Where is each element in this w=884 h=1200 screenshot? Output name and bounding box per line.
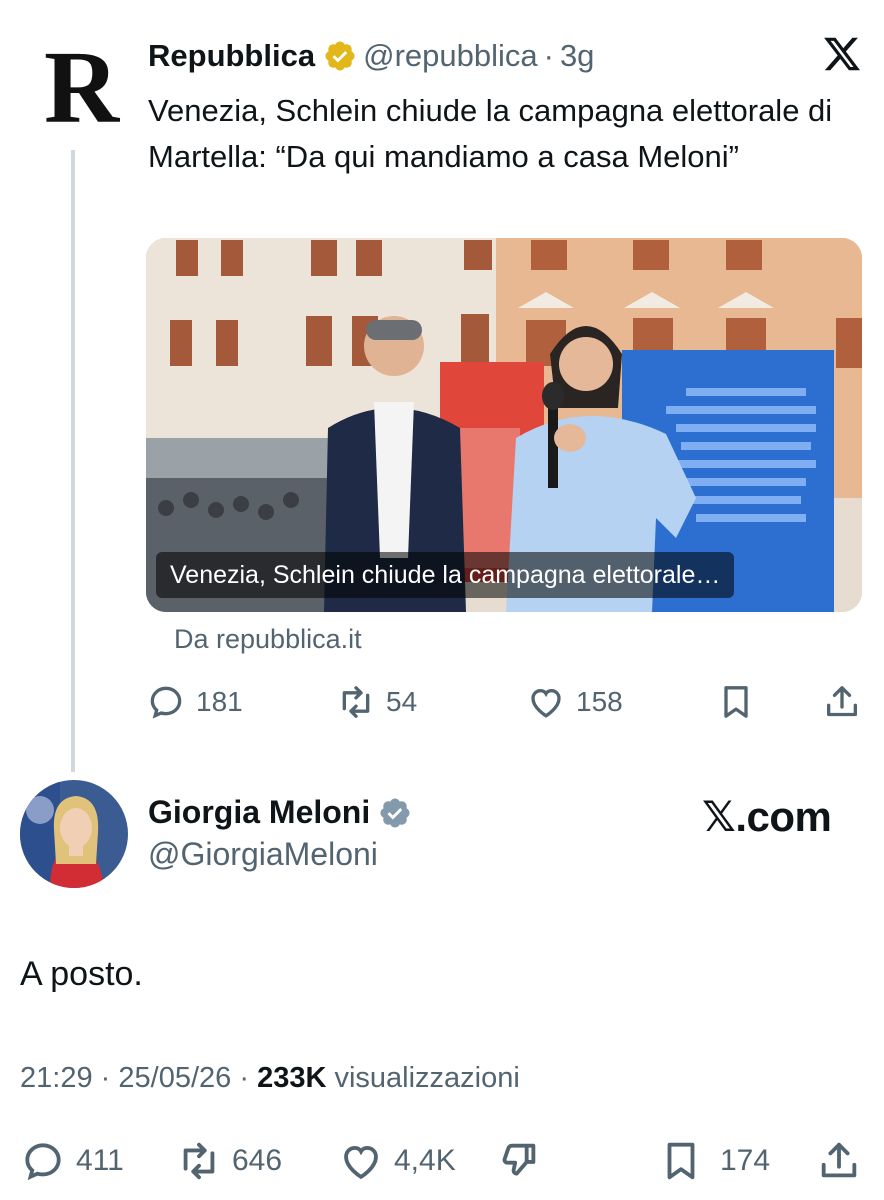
views-label: visualizzazioni: [334, 1062, 520, 1094]
dislike-button[interactable]: [496, 1137, 542, 1185]
meloni-avatar[interactable]: [20, 780, 128, 888]
parent-timestamp[interactable]: 3g: [560, 38, 594, 74]
heart-icon: [344, 1146, 378, 1180]
repubblica-avatar-logo[interactable]: R: [44, 36, 119, 140]
meta-separator: ·: [100, 1062, 111, 1094]
x-com-watermark: 𝕏.com: [702, 793, 832, 840]
share-icon: [821, 1142, 857, 1178]
like-count: 4,4K: [394, 1144, 456, 1177]
bookmark-count: 174: [720, 1144, 771, 1177]
reply-count: 411: [76, 1144, 124, 1177]
bookmark-button[interactable]: 174: [658, 1137, 770, 1185]
like-count: 158: [576, 686, 623, 717]
parent-author-row: Repubblica @repubblica · 3g: [148, 36, 594, 76]
thread-line: [71, 150, 75, 772]
bookmark-icon: [724, 686, 748, 718]
share-button[interactable]: [816, 1137, 862, 1185]
repost-button[interactable]: 646: [176, 1137, 282, 1185]
dislike-icon: [502, 1143, 536, 1176]
card-caption: Venezia, Schlein chiude la campagna elet…: [156, 552, 735, 598]
parent-tweet-text: Venezia, Schlein chiude la campagna elet…: [148, 93, 833, 174]
meta-separator: ·: [239, 1062, 249, 1094]
reply-time[interactable]: 21:29: [20, 1062, 93, 1094]
reply-author-name[interactable]: Giorgia Meloni: [148, 794, 370, 831]
parent-author-handle[interactable]: @repubblica: [363, 38, 538, 74]
link-preview-card[interactable]: Venezia, Schlein chiude la campagna elet…: [146, 238, 862, 612]
reply-icon: [25, 1143, 61, 1181]
separator-dot: ·: [543, 38, 554, 73]
card-source-domain[interactable]: Da repubblica.it: [174, 624, 362, 655]
view-count: 233K: [257, 1062, 327, 1094]
repost-icon: [342, 686, 370, 718]
reply-author-row: Giorgia Meloni: [148, 794, 418, 831]
repost-button[interactable]: 54: [336, 680, 417, 724]
repost-icon: [183, 1142, 215, 1180]
reply-button[interactable]: 411: [20, 1137, 124, 1185]
verified-gray-badge-icon: [380, 797, 410, 828]
bookmark-button[interactable]: [716, 680, 756, 724]
reply-tweet-text: A posto.: [20, 955, 143, 993]
heart-icon: [531, 688, 561, 718]
reply-count: 181: [196, 686, 243, 717]
parent-author-name[interactable]: Repubblica: [148, 38, 315, 74]
share-button[interactable]: [822, 680, 862, 724]
tweet-meta: 21:29 · 25/05/26 · 233K visualizzazioni: [20, 1062, 520, 1095]
repost-count: 646: [232, 1144, 283, 1177]
verified-gold-badge-icon: [325, 41, 355, 71]
reply-date[interactable]: 25/05/26: [118, 1062, 231, 1094]
like-button[interactable]: 158: [526, 680, 623, 724]
x-logo-icon: [824, 37, 861, 71]
bookmark-icon: [667, 1142, 695, 1180]
avatar-photo: [20, 780, 128, 888]
repost-count: 54: [386, 686, 418, 717]
reply-author-handle[interactable]: @GiorgiaMeloni: [148, 836, 378, 873]
reply-button[interactable]: 181: [146, 680, 243, 724]
like-button[interactable]: 4,4K: [338, 1137, 456, 1185]
reply-icon: [150, 686, 182, 719]
share-icon: [827, 686, 857, 717]
